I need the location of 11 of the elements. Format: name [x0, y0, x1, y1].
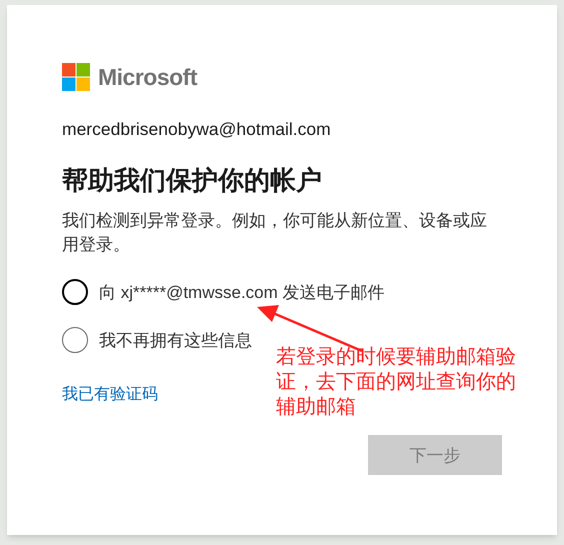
account-email: mercedbrisenobywa@hotmail.com — [62, 118, 332, 141]
logo-text: Microsoft — [98, 62, 197, 92]
verification-code-link[interactable]: 我已有验证码 — [62, 383, 158, 408]
radio-button[interactable] — [62, 327, 88, 354]
radio-option[interactable]: 我不再拥有这些信息 — [62, 327, 252, 354]
page-title: 帮助我们保护你的帐户 — [62, 165, 323, 198]
radio-option[interactable]: 向 xj*****@tmwsse.com 发送电子邮件 — [62, 279, 385, 306]
radio-button[interactable] — [62, 279, 88, 306]
description: 我们检测到异常登录。例如，你可能从新位置、设备或应用登录。 — [62, 210, 488, 256]
logo-icon — [62, 63, 90, 91]
annotation-text: 若登录的时候要辅助邮箱验证，去下面的网址查询你的辅助邮箱 — [276, 345, 517, 420]
